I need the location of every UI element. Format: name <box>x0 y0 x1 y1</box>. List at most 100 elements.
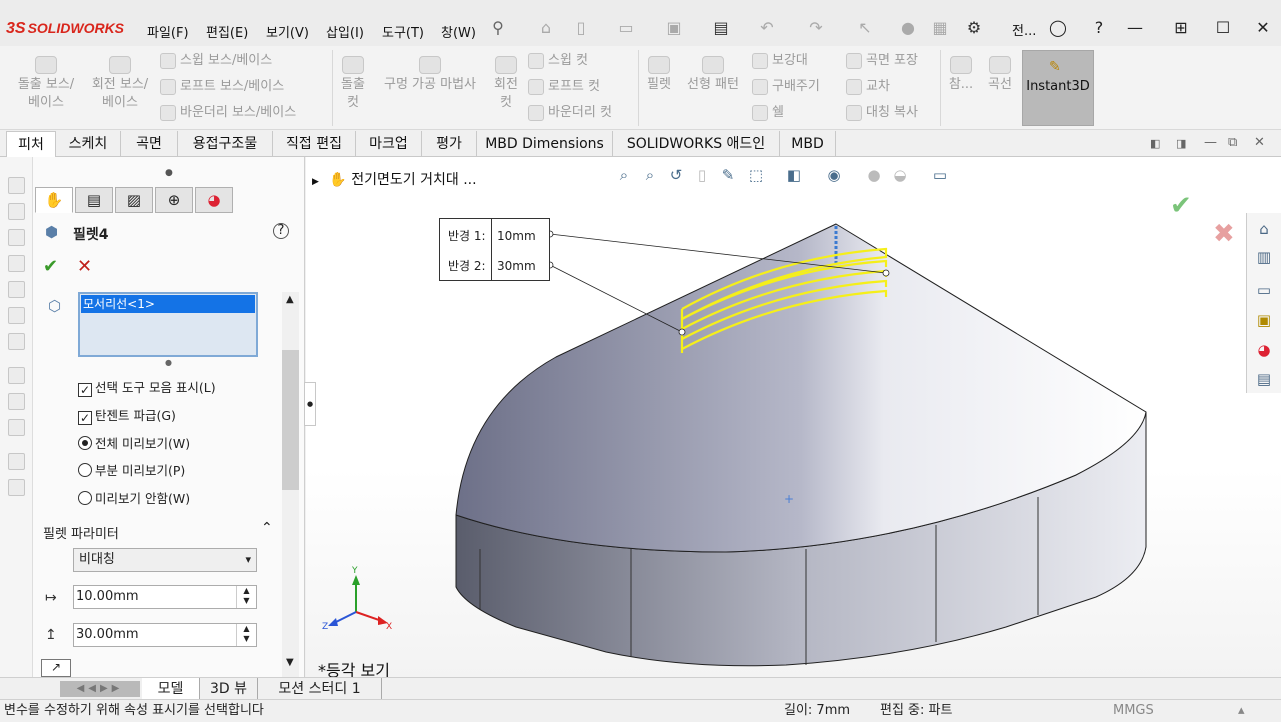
menu-tools[interactable]: 도구(T) <box>382 22 424 41</box>
spin-buttons[interactable]: ▲ ▼ <box>236 586 256 608</box>
tab-sketch[interactable]: 스케치 <box>56 131 121 157</box>
tangent-propagation-checkbox[interactable]: ✓ 탄젠트 파급(G) <box>78 405 176 425</box>
tab-surfaces[interactable]: 곡면 <box>121 131 178 157</box>
toolbar-icon[interactable] <box>8 281 25 298</box>
minimize-window-icon[interactable]: — <box>1123 16 1147 40</box>
toolbar-icon[interactable] <box>8 367 25 384</box>
graphics-viewport[interactable]: + Y X Z ▶ ✋ 전기면도기 거치대 ... ⌕ ⌕ ↺ ▯ ✎ ⬚ ◧ … <box>306 157 1281 677</box>
hole-wizard-button[interactable]: 구멍 가공 마법사 <box>374 56 486 94</box>
tab-evaluate[interactable]: 평가 <box>422 131 477 157</box>
ok-button[interactable]: ✔ <box>43 256 58 277</box>
view-settings-icon[interactable]: ▭ <box>930 165 950 185</box>
section-view-icon[interactable]: ▯ <box>692 165 712 185</box>
open-icon[interactable]: ▭ <box>616 18 636 38</box>
sweep-boss-button[interactable]: 스윕 보스/베이스 <box>160 52 272 70</box>
scroll-down-icon[interactable]: ▼ <box>286 657 294 668</box>
toolbar-icon[interactable] <box>8 307 25 324</box>
expand-arrow-icon[interactable]: ↗ <box>41 659 71 677</box>
zoom-to-area-icon[interactable]: ⌕ <box>640 165 660 185</box>
rebuild-icon[interactable]: ● <box>898 18 918 38</box>
home-icon[interactable]: ⌂ <box>536 18 556 38</box>
reference-geometry-button[interactable]: 참... <box>944 56 978 94</box>
maximize-window-icon[interactable]: ☐ <box>1211 16 1235 40</box>
radius2-input[interactable]: 30.00mm ▲ ▼ <box>73 623 257 647</box>
confirm-cancel-icon[interactable]: ✖ <box>1213 219 1235 249</box>
toolbar-icon[interactable] <box>8 229 25 246</box>
fillet-button[interactable]: 필렛 <box>642 56 676 94</box>
fillet-radius-callout[interactable]: 반경 1: 10mm 반경 2: 30mm <box>439 218 550 281</box>
menu-edit[interactable]: 편집(E) <box>206 22 248 41</box>
checkbox-checked[interactable]: ✓ <box>78 383 92 397</box>
custom-properties-icon[interactable]: ▤ <box>1253 368 1275 390</box>
save-icon[interactable]: ▣ <box>664 18 684 38</box>
print-icon[interactable]: ▤ <box>711 18 731 38</box>
extrude-cut-button[interactable]: 돌출 컷 <box>336 56 370 112</box>
display-manager-tab[interactable]: ◕ <box>195 187 233 213</box>
toolbar-icon[interactable] <box>8 203 25 220</box>
fillet-parameters-header[interactable]: 필렛 파라미터 <box>43 523 119 542</box>
full-preview-radio[interactable]: 전체 미리보기(W) <box>78 433 190 452</box>
linear-pattern-button[interactable]: 선형 패턴 <box>680 56 746 94</box>
toolbar-icon[interactable] <box>8 255 25 272</box>
tab-weldments[interactable]: 용접구조물 <box>178 131 273 157</box>
part-body[interactable] <box>455 223 1147 667</box>
sweep-cut-button[interactable]: 스윕 컷 <box>528 52 588 70</box>
curves-button[interactable]: 곡선 <box>982 56 1018 94</box>
radio-unselected[interactable] <box>78 491 92 505</box>
user-icon[interactable]: ◯ <box>1046 16 1070 40</box>
radius2-value[interactable]: 30mm <box>497 251 536 281</box>
solidworks-logo[interactable]: 3S SOLIDWORKS <box>6 20 124 38</box>
appearances-icon[interactable]: ◕ <box>1253 339 1275 361</box>
close-doc-icon[interactable]: ✕ <box>1254 135 1265 150</box>
options-gear-icon[interactable]: ⚙ <box>964 18 984 38</box>
partial-preview-radio[interactable]: 부분 미리보기(P) <box>78 460 185 479</box>
revolve-cut-button[interactable]: 회전 컷 <box>489 56 523 112</box>
dynamic-annotation-icon[interactable]: ✎ <box>718 165 738 185</box>
collapse-chevron-icon[interactable]: ⌃ <box>261 520 273 536</box>
revolve-boss-button[interactable]: 회전 보스/ 베이스 <box>84 56 156 112</box>
close-window-icon[interactable]: ✕ <box>1251 16 1275 40</box>
expand-arrow-icon[interactable]: ▶ <box>312 177 319 187</box>
tab-mbd-dimensions[interactable]: MBD Dimensions <box>477 131 613 157</box>
feature-tree-root[interactable]: ▶ ✋ 전기면도기 거치대 ... <box>312 169 477 189</box>
boundary-cut-button[interactable]: 바운더리 컷 <box>528 104 612 122</box>
tab-motion-study-1[interactable]: 모션 스터디 1 <box>258 678 382 700</box>
shell-button[interactable]: 쉘 <box>752 104 784 122</box>
panel-right-icon[interactable]: ◨ <box>1176 137 1186 150</box>
panel-left-icon[interactable]: ◧ <box>1150 137 1160 150</box>
no-preview-radio[interactable]: 미리보기 안함(W) <box>78 488 190 507</box>
checkbox-checked[interactable]: ✓ <box>78 411 92 425</box>
wrap-button[interactable]: 곡면 포장 <box>846 52 918 70</box>
tab-model[interactable]: 모델 <box>142 678 200 700</box>
resize-handle[interactable]: ● <box>165 358 172 367</box>
profile-symmetry-select[interactable]: 비대칭 ▾ <box>73 548 257 572</box>
pin-icon[interactable]: ⚲ <box>488 18 508 38</box>
design-library-icon[interactable]: ▥ <box>1253 246 1275 268</box>
tab-nav-arrows-icon[interactable]: ◀◀▶▶ <box>60 681 140 697</box>
loft-boss-button[interactable]: 로프트 보스/베이스 <box>160 78 284 96</box>
undo-icon[interactable]: ↶ <box>757 18 777 38</box>
mirror-button[interactable]: 대칭 복사 <box>846 104 918 122</box>
hide-show-items-icon[interactable]: ◉ <box>824 165 844 185</box>
feature-manager-tab[interactable]: ✋ <box>35 187 73 213</box>
restore-doc-icon[interactable]: ⧉ <box>1228 135 1237 150</box>
select-icon[interactable]: ↖ <box>855 18 875 38</box>
tab-features[interactable]: 피처 <box>6 131 56 157</box>
radio-unselected[interactable] <box>78 463 92 477</box>
radio-selected[interactable] <box>78 436 92 450</box>
view-palette-icon[interactable]: ▣ <box>1253 309 1275 331</box>
instant3d-button[interactable]: ✎ Instant3D <box>1022 50 1094 126</box>
radius1-input[interactable]: 10.00mm ▲ ▼ <box>73 585 257 609</box>
zoom-to-fit-icon[interactable]: ⌕ <box>614 165 634 185</box>
home-icon[interactable]: ⌂ <box>1253 218 1275 240</box>
toolbar-icon[interactable] <box>8 479 25 496</box>
tab-mbd[interactable]: MBD <box>780 131 836 157</box>
toolbar-icon[interactable] <box>8 393 25 410</box>
panel-collapse-handle[interactable]: ● <box>304 382 316 426</box>
property-manager-tab[interactable]: ▤ <box>75 187 113 213</box>
minimize-doc-icon[interactable]: — <box>1204 135 1217 150</box>
toolbar-icon[interactable] <box>8 333 25 350</box>
redo-icon[interactable]: ↷ <box>806 18 826 38</box>
resize-window-icon[interactable]: ⊞ <box>1169 16 1193 40</box>
help-icon[interactable]: ? <box>273 223 289 239</box>
